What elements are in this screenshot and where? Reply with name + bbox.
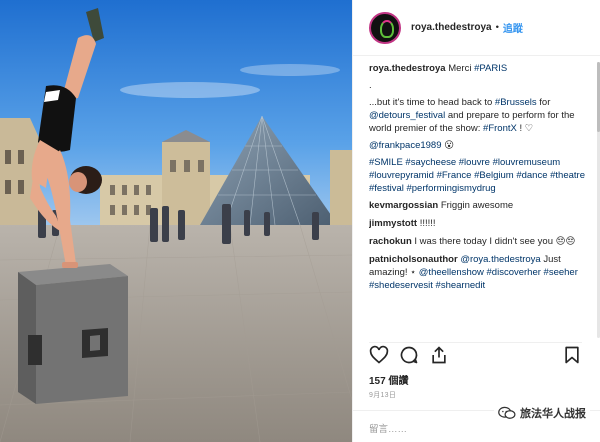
louvre-handstand-photo (0, 0, 352, 442)
comments-list[interactable]: roya.thedestroya Merci #PARIS . ...but i… (369, 62, 592, 338)
mention-frankpace[interactable]: @frankpace1989 (369, 140, 442, 151)
bookmark-icon[interactable] (562, 345, 582, 365)
hashtag-brussels[interactable]: #Brussels (495, 97, 537, 108)
comment-item: kevmargossian Friggin awesome (369, 199, 592, 212)
caption-username[interactable]: roya.thedestroya (369, 63, 446, 74)
share-icon[interactable] (429, 345, 449, 365)
post-header: roya.thedestroya • 追蹤 (353, 0, 600, 56)
avatar[interactable] (369, 11, 401, 44)
comment-username[interactable]: patnicholsonauthor (369, 254, 458, 265)
header-separator: • (495, 22, 499, 33)
follow-button[interactable]: 追蹤 (503, 20, 523, 35)
comment-item: patnicholsonauthor @roya.thedestroya Jus… (369, 253, 592, 292)
caption-for: for (536, 97, 551, 108)
wechat-watermark: 旅法华人战报 (494, 403, 590, 423)
comment-mention[interactable]: @roya.thedestroya (460, 254, 540, 265)
comment-text: I was there today I didn't see you 😔😔 (414, 236, 576, 247)
post-side-panel: roya.thedestroya • 追蹤 roya.thedestroya M… (352, 0, 600, 442)
post-date: 9月13日 (369, 392, 397, 399)
caption-text: Merci (448, 63, 475, 74)
post-photo[interactable] (0, 0, 352, 442)
hashtag-paris[interactable]: #PARIS (474, 63, 507, 74)
comment-text: !!!!!! (419, 218, 436, 229)
comment-text: Friggin awesome (440, 200, 514, 211)
hashtag-frontx[interactable]: #FrontX (483, 123, 517, 134)
comment-item: jimmystott !!!!!! (369, 217, 592, 230)
watermark-text: 旅法华人战报 (520, 408, 586, 420)
caption-emoji: 😮 (441, 140, 455, 151)
post-username[interactable]: roya.thedestroya (411, 22, 492, 33)
like-count[interactable]: 157 個讚 (369, 372, 408, 387)
comment-username[interactable]: jimmystott (369, 218, 417, 229)
caption-end: ! ♡ (516, 123, 534, 134)
caption: roya.thedestroya Merci #PARIS . ...but i… (369, 62, 592, 195)
comment-username[interactable]: rachokun (369, 236, 412, 247)
wechat-icon (498, 406, 516, 419)
mention-detours[interactable]: @detours_festival (369, 110, 445, 121)
comment-username[interactable]: kevmargossian (369, 200, 438, 211)
caption-dot: . (369, 80, 372, 91)
comment-icon[interactable] (399, 345, 419, 365)
comment-item: rachokun I was there today I didn't see … (369, 235, 592, 248)
caption-body: ...but it's time to head back to (369, 97, 495, 108)
post-actions (369, 342, 582, 364)
heart-icon[interactable] (369, 345, 389, 365)
caption-hashtags[interactable]: #SMILE #saycheese #louvre #louvremuseum … (369, 157, 585, 194)
